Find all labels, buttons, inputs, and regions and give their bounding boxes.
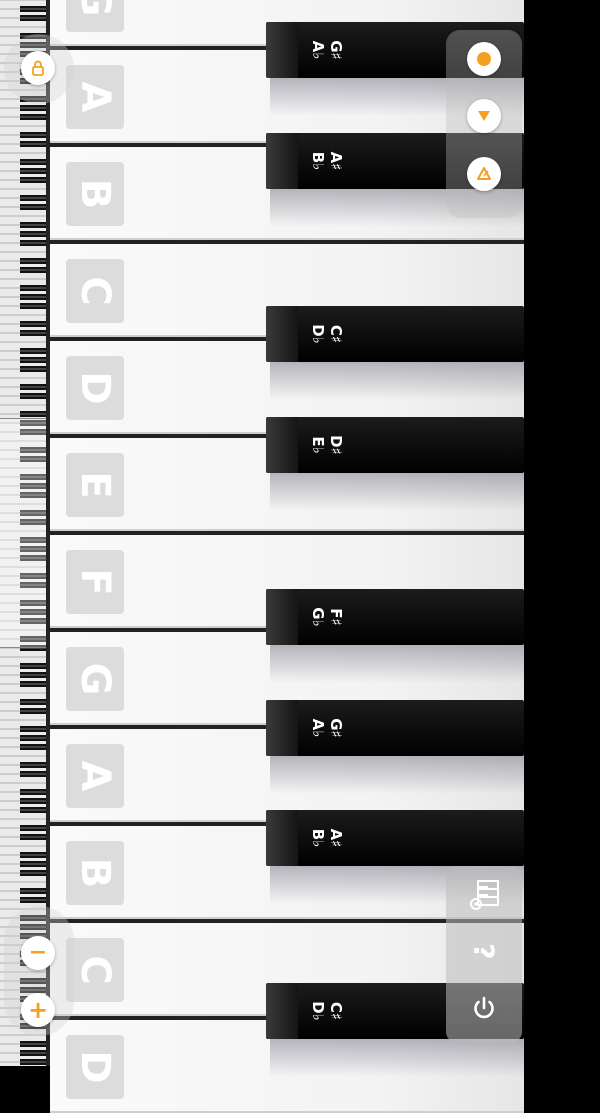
key-edge	[266, 133, 298, 189]
key-edge	[266, 306, 298, 362]
record-icon	[477, 52, 491, 66]
key-label: G	[72, 0, 118, 17]
black-key[interactable]: C♯ D♭	[266, 306, 524, 362]
key-edge	[266, 589, 298, 645]
key-label-box: C	[66, 938, 124, 1002]
key-shadow	[270, 1037, 524, 1077]
flat-label: A♭	[309, 718, 327, 738]
metronome-button[interactable]	[467, 157, 501, 191]
zoom-out-button[interactable]: −	[21, 936, 55, 970]
key-label: A	[72, 760, 118, 792]
key-label-box: E	[66, 453, 124, 517]
power-button[interactable]	[461, 985, 507, 1031]
black-key-label: F♯ G♭	[304, 595, 350, 639]
sharp-label: G♯	[327, 40, 345, 60]
black-key-label: A♯ B♭	[304, 816, 350, 860]
key-label: C	[72, 276, 118, 306]
help-icon: ?	[467, 942, 501, 960]
sharp-label: C♯	[327, 1001, 345, 1021]
key-label: A	[72, 81, 118, 113]
record-button[interactable]	[467, 42, 501, 76]
key-edge	[266, 983, 298, 1039]
black-key[interactable]: G♯ A♭	[266, 700, 524, 756]
plus-icon: +	[27, 996, 49, 1024]
key-label-box: A	[66, 65, 124, 129]
lock-button[interactable]	[21, 51, 55, 85]
key-label-box: D	[66, 356, 124, 420]
key-label-box: F	[66, 550, 124, 614]
black-key-label: A♯ B♭	[304, 139, 350, 183]
sharp-label: C♯	[327, 324, 345, 344]
key-label-box: D	[66, 1035, 124, 1099]
black-key[interactable]: A♯ B♭	[266, 810, 524, 866]
overview-viewport[interactable]	[0, 418, 46, 648]
key-label-box: C	[66, 259, 124, 323]
key-shadow	[270, 754, 524, 794]
flat-label: B♭	[309, 828, 327, 848]
right-margin	[524, 0, 600, 1066]
play-button[interactable]	[467, 99, 501, 133]
flat-label: G♭	[309, 607, 327, 627]
key-shadow	[270, 360, 524, 400]
help-button[interactable]: ?	[461, 928, 507, 974]
black-key-label: C♯ D♭	[304, 312, 350, 356]
key-label: D	[72, 1050, 118, 1084]
power-icon	[474, 996, 494, 1019]
flat-label: B♭	[309, 151, 327, 171]
key-label-box: B	[66, 162, 124, 226]
black-key-label: G♯ A♭	[304, 706, 350, 750]
key-edge	[266, 700, 298, 756]
play-icon	[478, 111, 490, 121]
sharp-label: F♯	[327, 608, 345, 626]
black-key-label: G♯ A♭	[304, 28, 350, 72]
keyboard-settings-icon	[470, 880, 499, 910]
key-label-box: G	[66, 0, 124, 32]
metronome-icon	[477, 167, 491, 180]
black-key[interactable]: F♯ G♭	[266, 589, 524, 645]
key-label: B	[72, 178, 118, 210]
black-key[interactable]: D♯ E♭	[266, 417, 524, 473]
key-label-box: B	[66, 841, 124, 905]
black-key-label: C♯ D♭	[304, 989, 350, 1033]
keyboard-settings-button[interactable]	[461, 872, 507, 918]
flat-label: A♭	[309, 40, 327, 60]
sharp-label: G♯	[327, 718, 345, 738]
key-edge	[266, 810, 298, 866]
key-label-box: A	[66, 744, 124, 808]
key-label: B	[72, 857, 118, 889]
key-shadow	[270, 643, 524, 683]
key-label: G	[72, 662, 118, 696]
sharp-label: A♯	[327, 828, 345, 848]
sharp-label: A♯	[327, 151, 345, 171]
key-label: E	[72, 471, 118, 499]
key-label: D	[72, 371, 118, 405]
sharp-label: D♯	[327, 435, 345, 455]
key-label-box: G	[66, 647, 124, 711]
flat-label: E♭	[309, 436, 327, 454]
key-edge	[266, 417, 298, 473]
key-label: F	[72, 568, 118, 596]
key-shadow	[270, 471, 524, 511]
flat-label: D♭	[309, 324, 327, 344]
minus-icon: −	[28, 940, 48, 965]
key-edge	[266, 22, 298, 78]
zoom-in-button[interactable]: +	[21, 993, 55, 1027]
key-label: C	[72, 955, 118, 985]
black-key-label: D♯ E♭	[304, 423, 350, 467]
flat-label: D♭	[309, 1001, 327, 1021]
lock-icon	[32, 60, 44, 76]
